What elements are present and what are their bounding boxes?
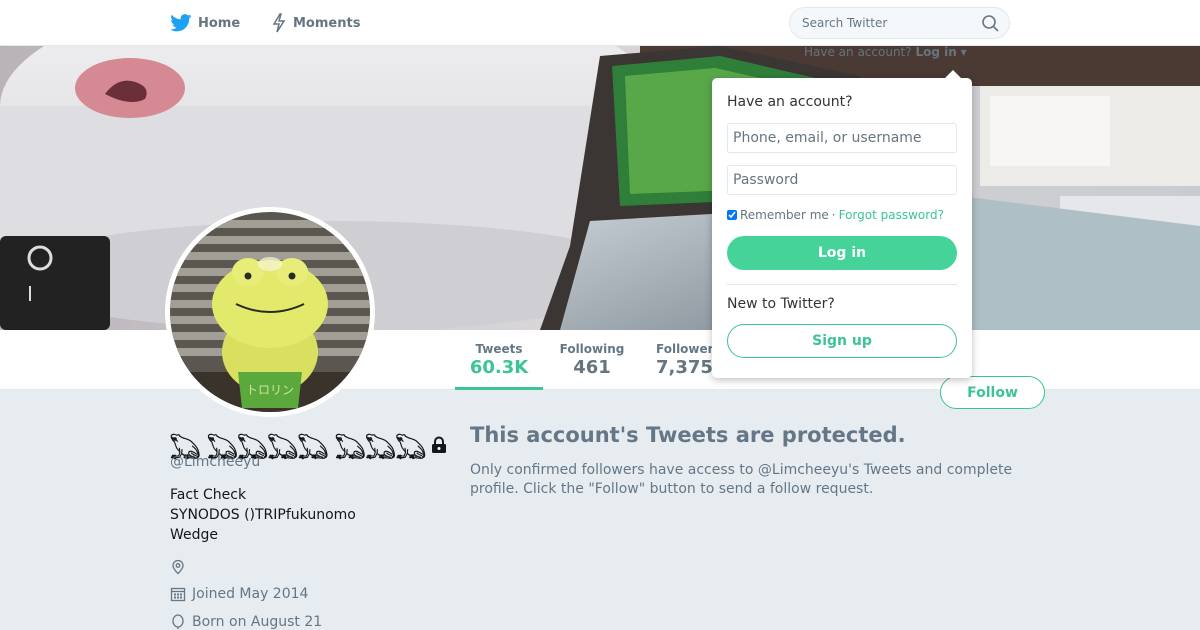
- bio-line: Wedge: [170, 527, 219, 543]
- stat-followers[interactable]: Followers 7,375: [650, 330, 720, 390]
- divider: [727, 284, 957, 285]
- protected-text: Only confirmed followers have access to …: [470, 462, 1013, 497]
- nav-home[interactable]: Home: [170, 0, 240, 46]
- stat-tweets-value: 60.3K: [469, 357, 529, 378]
- search-icon[interactable]: [981, 14, 999, 32]
- stat-following[interactable]: Following 461: [552, 330, 632, 390]
- profile-bio: Fact Check SYNODOS ()TRIPfukunomo Wedge: [170, 485, 390, 545]
- top-navigation-bar: Home Moments: [0, 0, 1200, 46]
- stat-following-value: 461: [573, 357, 611, 378]
- profile-birthday-text: Born on August 21: [192, 614, 323, 630]
- bio-line: SYNODOS ()TRIPfukunomo: [170, 507, 356, 523]
- separator-dot: ·: [831, 208, 836, 222]
- location-pin-icon: [172, 559, 184, 575]
- login-button[interactable]: Log in: [727, 236, 957, 270]
- forgot-password-link[interactable]: Forgot password?: [839, 208, 944, 222]
- calendar-icon: [170, 587, 186, 602]
- lightning-icon: [272, 13, 286, 33]
- stat-followers-value: 7,375: [656, 357, 713, 378]
- nav-moments[interactable]: Moments: [271, 0, 360, 46]
- lock-icon: [431, 436, 446, 453]
- profile-location: [170, 559, 186, 575]
- login-trigger: Have an account? Log in ▾: [804, 45, 967, 59]
- remember-checkbox[interactable]: [727, 210, 737, 220]
- login-trigger-prompt: Have an account?: [804, 45, 912, 59]
- username-field[interactable]: [727, 123, 957, 153]
- login-dropdown: Have an account? Remember me · Forgot pa…: [712, 78, 972, 378]
- bio-line: Fact Check: [170, 487, 247, 503]
- chevron-down-icon[interactable]: ▾: [961, 45, 967, 59]
- password-field[interactable]: [727, 165, 957, 195]
- stat-tweets[interactable]: Tweets 60.3K: [455, 330, 543, 390]
- svg-text:トロリン: トロリン: [246, 383, 294, 397]
- nav-home-label: Home: [198, 15, 241, 31]
- stat-following-label: Following: [559, 342, 625, 356]
- remember-label[interactable]: Remember me: [740, 208, 829, 222]
- profile-birthday: Born on August 21: [170, 614, 322, 630]
- twitter-bird-icon: [170, 14, 192, 32]
- profile-joined-text: Joined May 2014: [192, 586, 309, 602]
- profile-joined: Joined May 2014: [170, 586, 308, 602]
- search-input[interactable]: [789, 7, 1010, 39]
- balloon-icon: [172, 614, 184, 629]
- login-trigger-link[interactable]: Log in: [915, 45, 956, 59]
- remember-row: Remember me · Forgot password?: [727, 208, 944, 222]
- login-heading: Have an account?: [727, 94, 853, 110]
- follow-button[interactable]: Follow: [940, 376, 1045, 409]
- protected-title: This account's Tweets are protected.: [470, 423, 906, 447]
- profile-handle[interactable]: @Limcheeyu: [170, 454, 260, 470]
- new-to-twitter-heading: New to Twitter?: [727, 296, 835, 312]
- dropdown-caret: [944, 70, 962, 79]
- avatar[interactable]: トロリン: [165, 207, 375, 417]
- stat-tweets-label: Tweets: [475, 342, 523, 356]
- signup-button[interactable]: Sign up: [727, 324, 957, 358]
- stat-followers-label: Followers: [656, 342, 720, 356]
- nav-moments-label: Moments: [293, 15, 361, 31]
